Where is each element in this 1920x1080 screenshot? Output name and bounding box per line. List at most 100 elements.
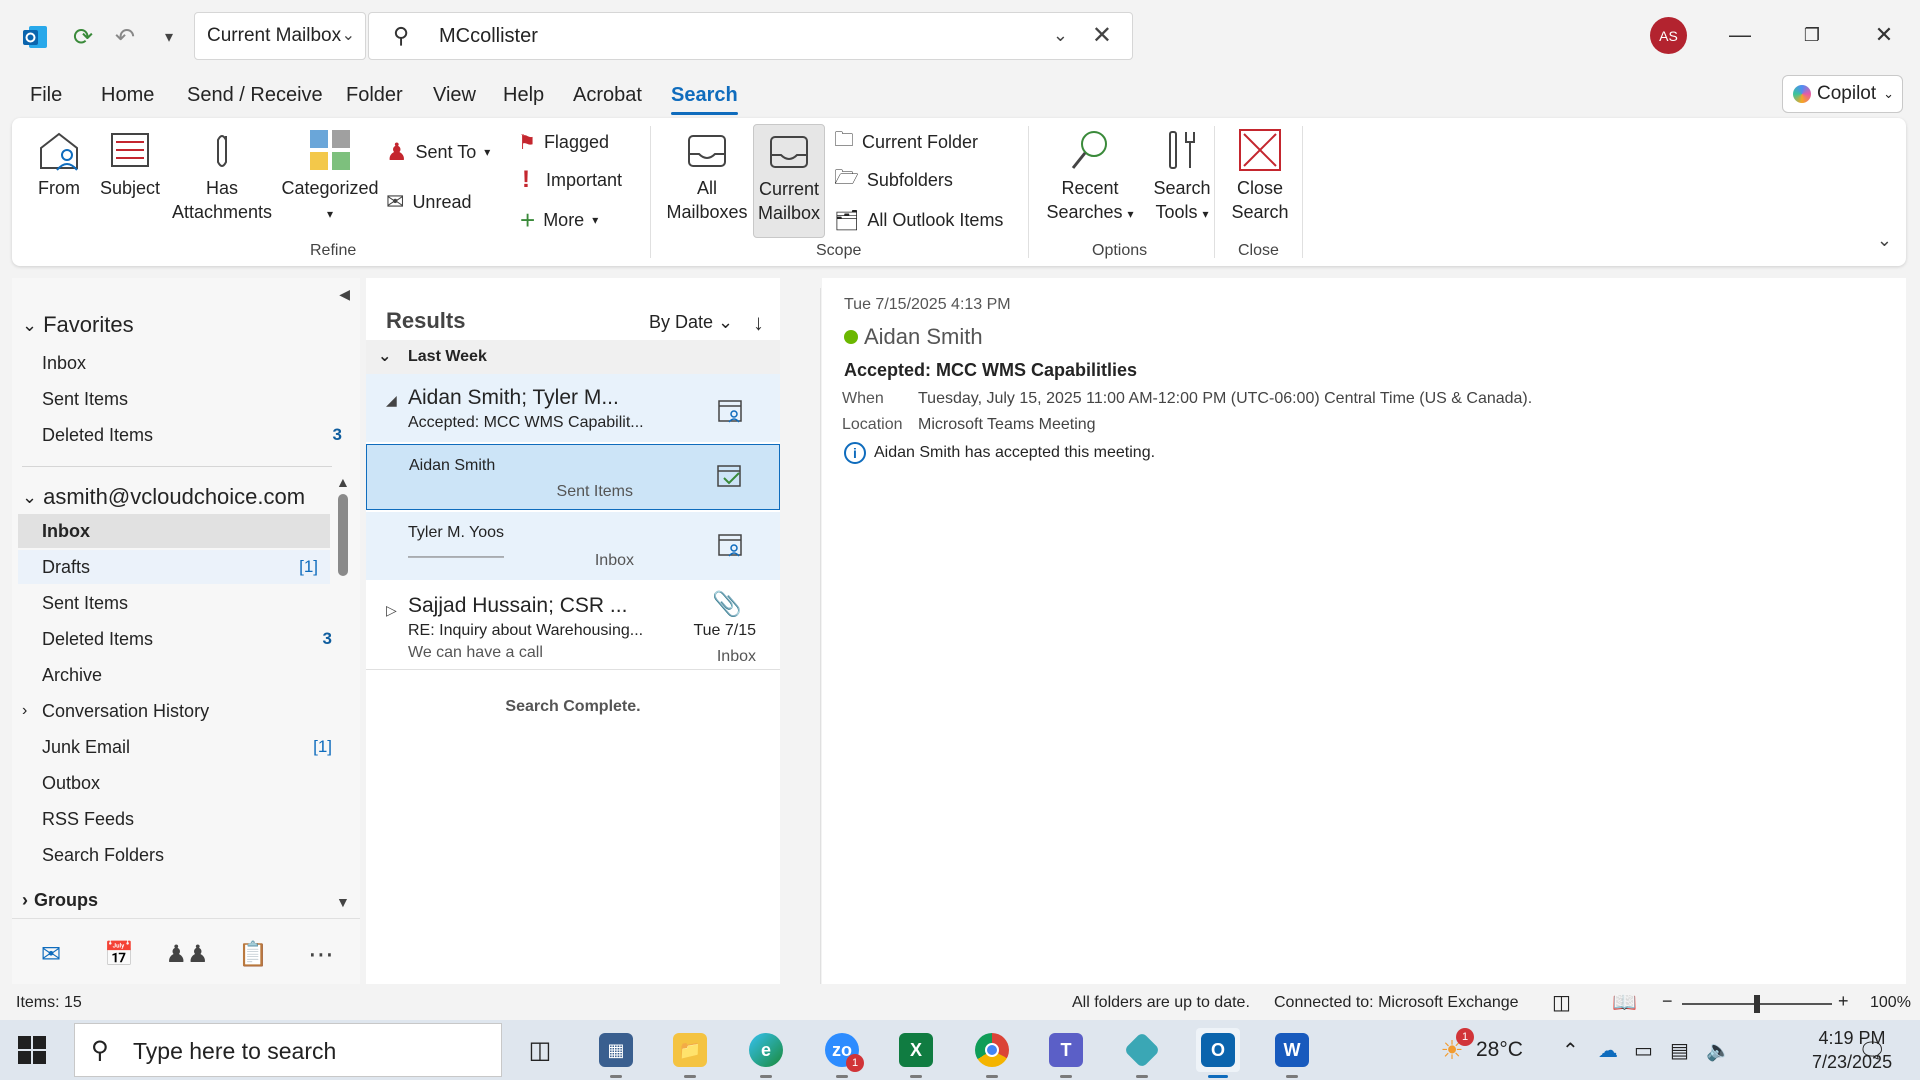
folder-inbox[interactable]: Inbox xyxy=(18,514,330,548)
search-tools-button[interactable]: Search Tools ▾ xyxy=(1140,128,1224,226)
clear-search-icon[interactable]: ✕ xyxy=(1092,21,1112,50)
people-icon[interactable]: ♟♟ xyxy=(165,937,208,971)
group-header-last-week[interactable]: ⌄ Last Week xyxy=(366,340,780,374)
expand-triangle-icon[interactable]: ▷ xyxy=(386,602,397,619)
network-icon[interactable]: ▤ xyxy=(1670,1038,1689,1063)
current-folder-button[interactable]: 🗀 Current Folder xyxy=(834,128,978,156)
folder-conversation-history[interactable]: › Conversation History xyxy=(22,694,332,728)
message-item-selected[interactable]: Aidan Smith Sent Items xyxy=(366,444,780,510)
message-sender[interactable]: Aidan Smith xyxy=(864,324,983,350)
ribbon-collapse-icon[interactable]: ⌄ xyxy=(1877,230,1892,251)
zoom-slider-thumb[interactable] xyxy=(1754,995,1760,1013)
teams-icon[interactable]: T xyxy=(1044,1028,1088,1078)
customize-toolbar-icon[interactable]: ▾ xyxy=(154,22,184,52)
tasks-icon[interactable]: 📋 xyxy=(236,937,270,971)
onedrive-icon[interactable]: ☁ xyxy=(1598,1038,1618,1063)
tab-help[interactable]: Help xyxy=(503,84,544,107)
sync-icon[interactable]: ⟳ xyxy=(68,22,98,52)
all-outlook-items-button[interactable]: 🗂 All Outlook Items xyxy=(834,206,1003,234)
restore-icon[interactable]: ❐ xyxy=(1792,18,1832,52)
sort-direction-icon[interactable]: ↓ xyxy=(753,310,764,336)
weather-icon[interactable]: ☀ 1 xyxy=(1430,1028,1474,1072)
file-explorer-icon[interactable]: 📁 xyxy=(668,1028,712,1078)
scroll-down-icon[interactable]: ▼ xyxy=(336,894,350,910)
windows-start-icon[interactable] xyxy=(18,1036,46,1064)
tab-view[interactable]: View xyxy=(433,84,476,107)
normal-view-icon[interactable]: ◫ xyxy=(1552,990,1571,1015)
folder-deleted-items[interactable]: Deleted Items 3 xyxy=(42,622,332,656)
sent-to-button[interactable]: ♟ Sent To ▾ xyxy=(386,138,490,166)
chevron-right-icon[interactable]: › xyxy=(22,702,27,720)
vpn-app-icon[interactable] xyxy=(1120,1028,1164,1078)
folder-outbox[interactable]: Outbox xyxy=(42,766,332,800)
conversation-item[interactable]: ▷ Sajjad Hussain; CSR ... RE: Inquiry ab… xyxy=(366,582,780,670)
search-options-chevron-icon[interactable]: ⌄ xyxy=(1053,25,1068,46)
message-item[interactable]: Tyler M. Yoos —————— Inbox xyxy=(366,512,780,580)
search-input[interactable] xyxy=(439,21,999,51)
folder-scrollbar-thumb[interactable] xyxy=(338,494,348,576)
favorite-inbox[interactable]: Inbox xyxy=(42,346,342,380)
word-icon[interactable]: W xyxy=(1270,1028,1314,1078)
excel-icon[interactable]: X xyxy=(894,1028,938,1078)
undo-icon[interactable]: ↶ xyxy=(110,22,140,52)
zoom-out-icon[interactable]: − xyxy=(1662,991,1673,1012)
zoom-level[interactable]: 100% xyxy=(1870,994,1911,1012)
categorized-button[interactable]: Categorized ▾ xyxy=(278,128,382,226)
edge-browser-icon[interactable]: e xyxy=(744,1028,788,1078)
folder-archive[interactable]: Archive xyxy=(42,658,332,692)
collapse-triangle-icon[interactable]: ◢ xyxy=(386,392,397,409)
favorites-header[interactable]: ⌄ Favorites xyxy=(22,312,134,338)
mail-icon[interactable]: ✉ xyxy=(34,937,68,971)
notifications-icon[interactable]: 🗨 xyxy=(1858,1038,1886,1064)
unread-button[interactable]: ✉ Unread xyxy=(386,188,471,216)
tab-acrobat[interactable]: Acrobat xyxy=(573,84,642,107)
copilot-button[interactable]: Copilot ⌄ xyxy=(1782,75,1903,113)
zoom-in-icon[interactable]: + xyxy=(1838,991,1849,1012)
taskbar-search-box[interactable]: ⚲ Type here to search xyxy=(74,1023,502,1077)
show-hidden-icons-icon[interactable]: ⌃ xyxy=(1562,1038,1579,1063)
calculator-icon[interactable]: ▦ xyxy=(594,1028,638,1078)
account-header[interactable]: ⌄ asmith@vcloudchoice.com xyxy=(22,484,305,510)
tab-search[interactable]: Search xyxy=(671,84,738,115)
pane-divider[interactable] xyxy=(820,288,821,984)
more-apps-icon[interactable]: ⋯ xyxy=(304,937,338,971)
close-window-icon[interactable]: ✕ xyxy=(1864,18,1904,52)
tab-file[interactable]: File xyxy=(30,84,62,107)
flagged-button[interactable]: ⚑ Flagged xyxy=(518,128,609,156)
folder-sent-items[interactable]: Sent Items xyxy=(42,586,332,620)
sort-by-date-button[interactable]: By Date ⌄ xyxy=(649,312,733,333)
zoom-slider[interactable] xyxy=(1682,995,1832,1013)
recent-searches-button[interactable]: Recent Searches ▾ xyxy=(1042,128,1138,226)
close-search-button[interactable]: Close Search xyxy=(1222,128,1298,224)
favorite-sent-items[interactable]: Sent Items xyxy=(42,382,342,416)
conversation-item[interactable]: ◢ Aidan Smith; Tyler M... Accepted: MCC … xyxy=(366,374,780,442)
search-scope-dropdown[interactable]: Current Mailbox ⌄ xyxy=(194,12,366,60)
search-box[interactable]: ⚲ ⌄ ✕ xyxy=(368,12,1133,60)
battery-icon[interactable]: ▭ xyxy=(1634,1038,1653,1063)
zoom-app-icon[interactable]: zo 1 xyxy=(820,1028,864,1078)
chrome-icon[interactable] xyxy=(970,1028,1014,1078)
subfolders-button[interactable]: 🗁 Subfolders xyxy=(834,166,953,194)
tab-send-receive[interactable]: Send / Receive xyxy=(187,84,323,107)
all-mailboxes-button[interactable]: All Mailboxes xyxy=(664,128,750,224)
folder-drafts[interactable]: Drafts [1] xyxy=(18,550,330,584)
calendar-icon[interactable]: 📅 xyxy=(102,937,136,971)
current-mailbox-button[interactable]: Current Mailbox xyxy=(753,124,825,238)
folder-search-folders[interactable]: Search Folders xyxy=(42,838,332,872)
collapse-pane-icon[interactable]: ◀ xyxy=(339,286,350,303)
scroll-up-icon[interactable]: ▲ xyxy=(336,474,350,490)
minimize-icon[interactable]: — xyxy=(1720,18,1760,52)
reading-view-icon[interactable]: 📖 xyxy=(1612,990,1637,1015)
more-button[interactable]: + More ▾ xyxy=(520,205,598,235)
important-button[interactable]: ! Important xyxy=(522,166,622,194)
favorite-deleted-items[interactable]: Deleted Items 3 xyxy=(42,418,342,452)
tab-home[interactable]: Home xyxy=(101,84,154,107)
temperature[interactable]: 28°C xyxy=(1476,1038,1523,1062)
groups-header[interactable]: › Groups xyxy=(22,890,98,911)
folder-rss-feeds[interactable]: RSS Feeds xyxy=(42,802,332,836)
task-view-icon[interactable]: ◫ xyxy=(518,1028,562,1072)
volume-icon[interactable]: 🔈 xyxy=(1706,1038,1731,1063)
user-avatar[interactable]: AS xyxy=(1650,17,1687,54)
tab-folder[interactable]: Folder xyxy=(346,84,403,107)
folder-junk-email[interactable]: Junk Email [1] xyxy=(42,730,332,764)
